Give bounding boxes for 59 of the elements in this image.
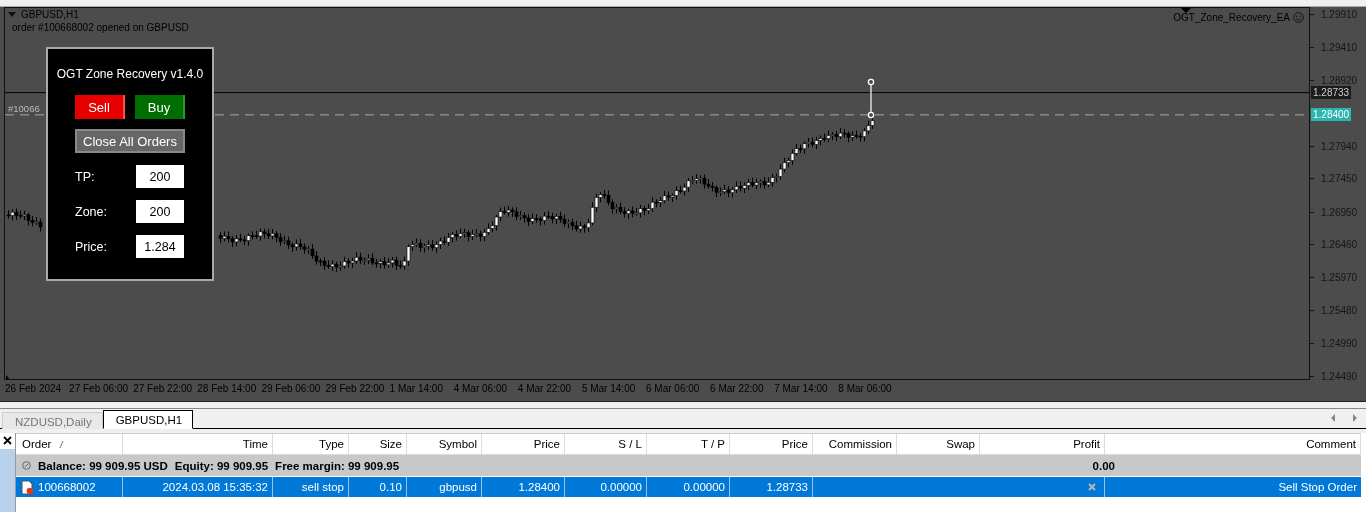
expert-name: OGT_Zone_Recovery_EA xyxy=(1173,12,1290,23)
time-label: 8 Mar 06:00 xyxy=(838,383,892,394)
balance-text: Balance: 99 909.95 USD xyxy=(38,459,168,472)
table-cell: 2024.03.08 15:35:32 xyxy=(123,477,273,497)
time-label: 1 Mar 14:00 xyxy=(389,383,443,394)
order-number: 100668002 xyxy=(38,480,96,495)
field-label: TP: xyxy=(75,169,96,184)
table-cell: gbpusd xyxy=(407,477,482,497)
time-label: 29 Feb 06:00 xyxy=(261,383,321,394)
close-all-button[interactable]: Close All Orders xyxy=(75,129,185,153)
buy-button[interactable]: Buy xyxy=(135,95,185,119)
order-marker xyxy=(867,78,875,119)
table-cell: 1.28400 xyxy=(482,477,565,497)
smiley-icon xyxy=(1293,12,1304,23)
table-cell: 1.28733 xyxy=(730,477,813,497)
chart-tab[interactable]: NZDUSD,Daily xyxy=(2,412,103,429)
time-label: 6 Mar 22:00 xyxy=(710,383,764,394)
time-label: 6 Mar 06:00 xyxy=(646,383,700,394)
equity-text: Equity: 99 909.95 xyxy=(174,459,269,472)
profit-total: 0.00 xyxy=(1091,459,1116,472)
sort-icon xyxy=(59,440,65,448)
input-field[interactable]: 200 xyxy=(136,200,184,223)
time-label: 4 Mar 22:00 xyxy=(517,383,572,394)
delete-order-icon[interactable] xyxy=(1088,483,1096,491)
sell-button[interactable]: Sell xyxy=(75,95,125,119)
table-cell: sell stop xyxy=(273,477,349,497)
time-label: 27 Feb 22:00 xyxy=(133,383,193,394)
chart-title: GBPUSD,H1 xyxy=(21,9,79,20)
balance-icon xyxy=(22,461,31,470)
table-cell: 0.00000 xyxy=(565,477,647,497)
free-margin-text: Free margin: 99 909.95 xyxy=(275,459,400,472)
price-tag: 1.28400 xyxy=(1311,107,1352,121)
pending-order-icon xyxy=(21,479,34,495)
table-cell: 0.10 xyxy=(349,477,407,497)
input-field[interactable]: 200 xyxy=(136,165,184,188)
close-icon[interactable] xyxy=(0,433,15,449)
table-cell: Sell Stop Order xyxy=(1105,477,1361,497)
scale-marker-icon xyxy=(6,375,11,379)
time-label: 28 Feb 14:00 xyxy=(197,383,257,394)
table-cell: 0.00000 xyxy=(647,477,730,497)
candlestick-series xyxy=(6,208,43,233)
chart-message: order #100668002 opened on GBPUSD xyxy=(12,22,189,33)
time-label: 26 Feb 2024 xyxy=(5,383,62,394)
time-label: 4 Mar 06:00 xyxy=(453,383,508,394)
time-label: 5 Mar 14:00 xyxy=(581,383,636,394)
chart-tab[interactable]: GBPUSD,H1 xyxy=(102,410,194,429)
order-row[interactable]: 100668002 xyxy=(16,477,123,497)
scroll-right-icon[interactable] xyxy=(1353,414,1357,422)
dropdown-icon[interactable] xyxy=(8,12,16,18)
panel-title: OGT Zone Recovery v1.4.0 xyxy=(55,67,205,81)
input-field[interactable]: 1.284 xyxy=(136,235,184,258)
time-label: 27 Feb 06:00 xyxy=(69,383,129,394)
price-tag: 1.28733 xyxy=(1311,85,1352,99)
field-label: Zone: xyxy=(75,204,108,219)
time-label: 7 Mar 14:00 xyxy=(774,383,828,394)
field-label: Price: xyxy=(75,239,108,254)
time-label: 29 Feb 22:00 xyxy=(325,383,385,394)
scroll-left-icon[interactable] xyxy=(1331,414,1335,422)
order-label: #10066 xyxy=(8,103,40,114)
